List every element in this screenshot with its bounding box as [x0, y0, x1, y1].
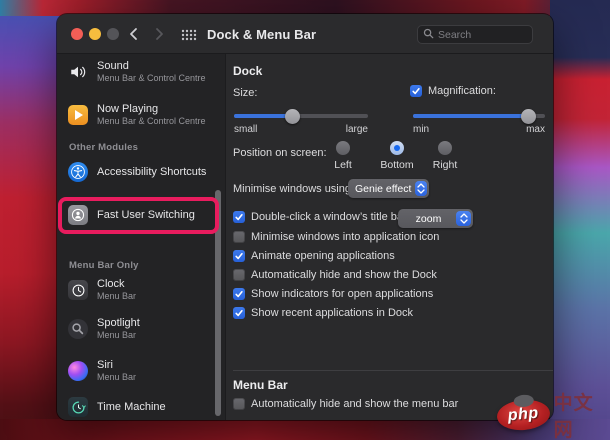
checkbox-row-auto-hide-menu-bar[interactable]: Automatically hide and show the menu bar: [233, 398, 458, 410]
magnification-checkbox[interactable]: [410, 85, 422, 97]
sidebar-sublabel: Menu Bar: [97, 291, 136, 302]
checkbox-label: Minimise windows into application icon: [251, 231, 439, 243]
minimise-effect-dropdown[interactable]: Genie effect: [348, 179, 429, 198]
size-slider-thumb[interactable]: [285, 109, 300, 124]
animate-opening-checkbox[interactable]: [233, 250, 245, 262]
back-button[interactable]: [127, 27, 141, 41]
position-option-label: Left: [321, 159, 365, 171]
close-window-button[interactable]: [71, 28, 83, 40]
sidebar-label: Sound: [97, 60, 206, 73]
checkbox-row-minimise-into-icon[interactable]: Minimise windows into application icon: [233, 231, 439, 243]
search-field[interactable]: [417, 25, 533, 44]
sidebar-item-clock[interactable]: ClockMenu Bar: [68, 278, 136, 302]
checkbox-label: Automatically hide and show the Dock: [251, 269, 437, 281]
desktop-wallpaper-right: [550, 0, 610, 440]
sidebar-item-siri[interactable]: SiriMenu Bar: [68, 359, 136, 383]
position-radio-bottom[interactable]: [390, 141, 404, 155]
sidebar-item-sound[interactable]: SoundMenu Bar & Control Centre: [68, 60, 206, 84]
php-cn-watermark: php 中文网: [497, 388, 610, 440]
minimise-into-icon-checkbox[interactable]: [233, 231, 245, 243]
checkbox-label: Show indicators for open applications: [251, 288, 433, 300]
size-slider[interactable]: [234, 108, 368, 123]
chevron-up-down-icon: [456, 211, 471, 226]
checkbox-row-show-indicators[interactable]: Show indicators for open applications: [233, 288, 433, 300]
sound-icon: [68, 62, 88, 82]
dock-section-header: Dock: [233, 64, 262, 78]
checkbox-label: Show recent applications in Dock: [251, 307, 413, 319]
magnification-label: Magnification:: [428, 85, 496, 97]
sidebar-section-other-modules: Other Modules: [69, 142, 138, 153]
sidebar-label: Spotlight: [97, 317, 140, 330]
title-bar: Dock & Menu Bar: [57, 14, 553, 54]
menu-bar-section-header: Menu Bar: [233, 378, 288, 392]
double-click-action-dropdown[interactable]: zoom: [398, 209, 473, 228]
auto-hide-dock-checkbox[interactable]: [233, 269, 245, 281]
siri-icon: [68, 361, 88, 381]
position-option-label: Bottom: [375, 159, 419, 171]
sidebar-item-spotlight[interactable]: SpotlightMenu Bar: [68, 317, 140, 341]
sidebar: SoundMenu Bar & Control Centre Now Playi…: [57, 54, 226, 420]
mag-max-label: max: [413, 124, 545, 135]
search-icon: [423, 26, 434, 44]
sidebar-label: Now Playing: [97, 103, 206, 116]
sidebar-label: Time Machine: [97, 401, 166, 414]
position-option-label: Right: [423, 159, 467, 171]
fast-user-switching-icon: [68, 205, 88, 225]
minimise-effect-value: Genie effect: [348, 183, 415, 195]
show-recent-checkbox[interactable]: [233, 307, 245, 319]
position-label: Position on screen:: [233, 147, 327, 159]
sidebar-sublabel: Menu Bar & Control Centre: [97, 73, 206, 84]
sidebar-sublabel: Menu Bar: [97, 330, 140, 341]
php-logo: php: [496, 398, 551, 432]
window-title: Dock & Menu Bar: [207, 27, 316, 42]
show-all-preferences-grid-icon[interactable]: [181, 28, 197, 46]
size-label: Size:: [233, 87, 257, 99]
size-max-label: large: [234, 124, 368, 135]
preferences-window: Dock & Menu Bar SoundMenu Bar & Control …: [57, 14, 553, 420]
double-click-action-value: zoom: [398, 213, 456, 225]
now-playing-icon: [68, 105, 88, 125]
minimize-window-button[interactable]: [89, 28, 101, 40]
magnification-slider-thumb[interactable]: [521, 109, 536, 124]
accessibility-icon: [68, 162, 88, 182]
sidebar-label: Clock: [97, 278, 136, 291]
sidebar-label: Fast User Switching: [97, 209, 195, 222]
position-radio-right[interactable]: [438, 141, 452, 155]
chevron-up-down-icon: [415, 181, 427, 196]
checkbox-label: Double-click a window’s title bar to: [251, 211, 419, 223]
time-machine-icon: [68, 397, 88, 417]
sidebar-item-now-playing[interactable]: Now PlayingMenu Bar & Control Centre: [68, 103, 206, 127]
sidebar-item-fast-user-switching[interactable]: Fast User Switching: [68, 205, 195, 225]
checkbox-label: Animate opening applications: [251, 250, 395, 262]
show-indicators-checkbox[interactable]: [233, 288, 245, 300]
checkbox-row-auto-hide-dock[interactable]: Automatically hide and show the Dock: [233, 269, 437, 281]
position-radio-left[interactable]: [336, 141, 350, 155]
magnification-checkbox-row[interactable]: Magnification:: [410, 85, 496, 97]
auto-hide-menu-bar-checkbox[interactable]: [233, 398, 245, 410]
spotlight-icon: [68, 319, 88, 339]
checkbox-label: Automatically hide and show the menu bar: [251, 398, 458, 410]
clock-icon: [68, 280, 88, 300]
sidebar-label: Siri: [97, 359, 136, 372]
sidebar-item-accessibility-shortcuts[interactable]: Accessibility Shortcuts: [68, 162, 206, 182]
forward-button[interactable]: [152, 27, 166, 41]
watermark-cn-text: 中文网: [554, 388, 610, 440]
sidebar-sublabel: Menu Bar: [97, 372, 136, 383]
checkbox-row-double-click[interactable]: Double-click a window’s title bar to: [233, 211, 419, 223]
sidebar-section-menu-bar-only: Menu Bar Only: [69, 260, 139, 271]
dock-settings-panel: Dock Size: small large Magnification: mi…: [226, 54, 553, 420]
search-input[interactable]: [438, 29, 522, 41]
magnification-slider[interactable]: [413, 108, 545, 123]
minimise-using-label: Minimise windows using:: [233, 183, 354, 195]
sidebar-item-time-machine[interactable]: Time Machine: [68, 397, 166, 417]
sidebar-label: Accessibility Shortcuts: [97, 166, 206, 179]
section-divider: [233, 370, 553, 371]
checkbox-row-show-recent[interactable]: Show recent applications in Dock: [233, 307, 413, 319]
zoom-window-button[interactable]: [107, 28, 119, 40]
sidebar-sublabel: Menu Bar & Control Centre: [97, 116, 206, 127]
checkbox-row-animate-opening[interactable]: Animate opening applications: [233, 250, 395, 262]
double-click-checkbox[interactable]: [233, 211, 245, 223]
